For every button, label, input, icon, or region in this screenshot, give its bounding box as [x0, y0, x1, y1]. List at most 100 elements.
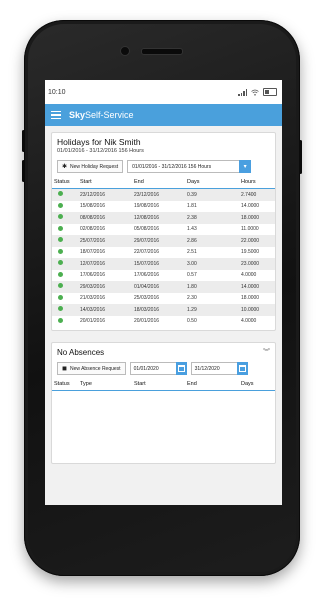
table-row[interactable]: 08/08/2016 12/08/2016 2.38 18.0000 — [52, 212, 275, 224]
table-row[interactable]: 02/08/2016 05/08/2016 1.43 11.0000 — [52, 224, 275, 236]
status-approved-icon — [58, 214, 63, 220]
absence-date-from-input[interactable]: 01/01/2020 — [129, 362, 187, 375]
brand-bold: Sky — [69, 110, 86, 120]
cell-hours: 2.7400 — [239, 188, 275, 201]
table-row[interactable]: 18/07/2016 22/07/2016 2.51 19.5000 — [52, 247, 275, 259]
status-cell — [52, 224, 78, 236]
col-days: Days — [185, 176, 239, 189]
cell-hours: 14.0000 — [239, 281, 275, 293]
status-cell — [52, 201, 78, 213]
status-cell — [52, 247, 78, 259]
cell-days: 0.57 — [187, 272, 197, 279]
table-row[interactable]: 20/01/2016 20/01/2016 0.50 4.0000 — [52, 316, 275, 328]
absences-title: No Absences — [57, 347, 105, 357]
status-time: 10:10 — [48, 88, 66, 96]
status-approved-icon — [58, 225, 63, 231]
status-approved-icon — [58, 248, 63, 254]
status-approved-icon — [58, 271, 63, 277]
abs-col-end: End — [185, 378, 239, 391]
status-cell — [52, 304, 78, 316]
cell-hours: 4.0000 — [241, 318, 257, 325]
volume-down-button — [22, 160, 25, 182]
cell-days: 0.50 — [187, 318, 197, 325]
table-row[interactable]: 25/07/2016 29/07/2016 2.86 22.0000 — [52, 235, 275, 247]
cell-end: 18/03/2016 — [132, 304, 185, 316]
app-bar: SkySelf-Service — [45, 104, 282, 126]
phone-screen: 10:10 SkySelf-Service Holidays for Nik S… — [45, 80, 282, 505]
hamburger-icon[interactable] — [51, 110, 61, 120]
holidays-table-header: Status Start End Days Hours — [52, 176, 275, 189]
status-cell — [52, 293, 78, 305]
holidays-title: Holidays for Nik Smith — [57, 137, 141, 147]
cell-hours: 10.0000 — [239, 304, 275, 316]
col-hours: Hours — [239, 176, 275, 189]
status-approved-icon — [58, 202, 63, 208]
main-content: Holidays for Nik Smith 01/01/2016 - 31/1… — [45, 126, 282, 505]
status-approved-icon — [58, 237, 63, 243]
collapse-chevron-icon[interactable]: ︾ — [263, 347, 270, 357]
table-row[interactable]: 23/12/2016 23/12/2016 0.39 2.7400 — [52, 188, 275, 201]
table-row[interactable]: 21/03/2016 25/03/2016 2.30 18.0000 — [52, 293, 275, 305]
cell-end: 25/03/2016 — [134, 295, 160, 302]
period-select[interactable]: 01/01/2016 - 31/12/2016 156 Hours ▾ — [127, 160, 252, 173]
cell-days: 1.81 — [187, 203, 197, 210]
front-camera — [120, 46, 130, 56]
date-to-value: 31/12/2020 — [194, 365, 220, 372]
cell-start: 20/01/2016 — [80, 318, 106, 325]
date-from-value: 01/01/2020 — [133, 365, 159, 372]
cell-days: 2.30 — [187, 295, 197, 302]
col-start: Start — [78, 176, 132, 189]
absence-date-to-input[interactable]: 31/12/2020 — [190, 362, 248, 375]
absences-table: Status Type Start End Days — [52, 378, 275, 391]
asterisk-icon: ✱ — [62, 164, 68, 170]
cell-days: 0.39 — [185, 188, 239, 201]
cell-end: 19/08/2016 — [134, 203, 160, 210]
table-row[interactable]: 14/03/2016 18/03/2016 1.29 10.0000 — [52, 304, 275, 316]
col-status: Status — [52, 176, 78, 189]
cell-start: 08/08/2016 — [78, 212, 132, 224]
earpiece-speaker — [141, 48, 183, 55]
wifi-icon — [251, 89, 259, 96]
cell-start: 02/08/2016 — [80, 226, 106, 233]
cell-days: 3.00 — [185, 258, 239, 270]
table-row[interactable]: 29/03/2016 01/04/2016 1.80 14.0000 — [52, 281, 275, 293]
cell-hours: 19.5000 — [241, 249, 260, 256]
holidays-table: Status Start End Days Hours 23/12/2016 23… — [52, 176, 275, 327]
status-cell — [52, 316, 78, 328]
battery-icon — [263, 88, 277, 96]
cell-end: 15/07/2016 — [132, 258, 185, 270]
cell-days: 1.29 — [185, 304, 239, 316]
calendar-icon[interactable] — [175, 362, 187, 375]
cell-start: 12/07/2016 — [78, 258, 132, 270]
abs-col-days: Days — [239, 378, 275, 391]
chevron-down-icon[interactable]: ▾ — [239, 160, 252, 173]
cell-end: 01/04/2016 — [132, 281, 185, 293]
power-button — [299, 140, 302, 174]
status-approved-icon — [58, 294, 63, 300]
status-icons — [238, 88, 277, 96]
table-row[interactable]: 15/08/2016 19/08/2016 1.81 14.0000 — [52, 201, 275, 213]
cell-start: 14/03/2016 — [78, 304, 132, 316]
brand-rest: Self-Service — [85, 110, 134, 120]
table-row[interactable]: 17/06/2016 17/06/2016 0.57 4.0000 — [52, 270, 275, 282]
calendar-icon[interactable] — [236, 362, 248, 375]
cell-start: 25/07/2016 — [78, 235, 132, 247]
new-holiday-request-button[interactable]: ✱ New Holiday Request — [57, 160, 124, 173]
holidays-card: Holidays for Nik Smith 01/01/2016 - 31/1… — [51, 132, 276, 331]
abs-col-status: Status — [52, 378, 78, 391]
cell-start: 21/03/2016 — [80, 295, 106, 302]
abs-col-start: Start — [132, 378, 185, 391]
cell-end: 12/08/2016 — [132, 212, 185, 224]
status-approved-icon — [58, 191, 63, 197]
status-cell — [52, 235, 78, 247]
table-row[interactable]: 12/07/2016 15/07/2016 3.00 23.0000 — [52, 258, 275, 270]
status-approved-icon — [58, 283, 63, 289]
cell-end: 20/01/2016 — [134, 318, 160, 325]
cell-start: 29/03/2016 — [78, 281, 132, 293]
new-absence-request-button[interactable]: ◼ New Absence Request — [57, 362, 126, 375]
cell-start: 15/08/2016 — [80, 203, 106, 210]
absences-table-header: Status Type Start End Days — [52, 378, 275, 391]
status-bar: 10:10 — [45, 80, 282, 104]
app-brand: SkySelf-Service — [69, 110, 134, 120]
status-approved-icon — [58, 306, 63, 312]
